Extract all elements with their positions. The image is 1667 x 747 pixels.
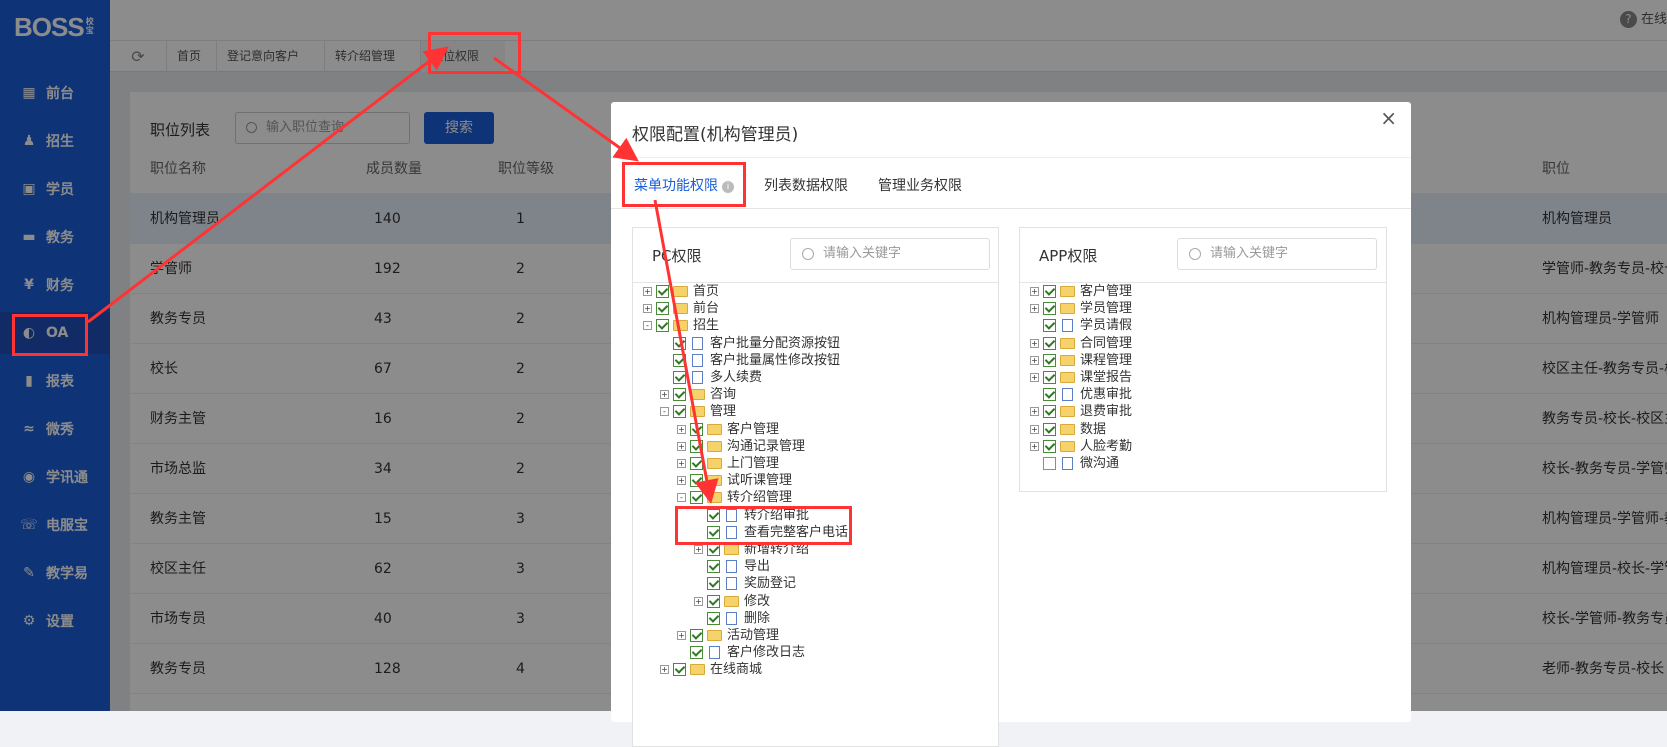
annotation-arrows (87, 46, 719, 504)
